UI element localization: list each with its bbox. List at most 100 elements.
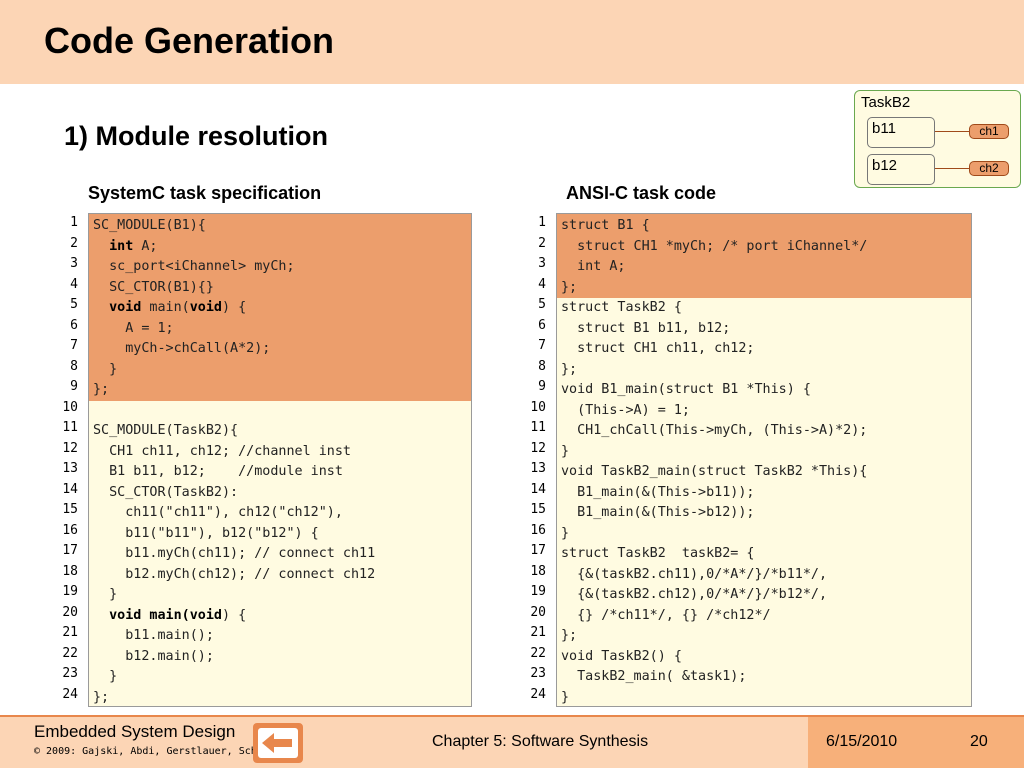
code-text: void B1_main(struct B1 *This) { [561, 382, 811, 397]
code-line: CH1_chCall(This->myCh, (This->A)*2); [557, 421, 971, 442]
line-number: 1 [70, 215, 78, 230]
line-number: 19 [62, 584, 78, 599]
line-number: 13 [530, 461, 546, 476]
code-line: void main(void) { [89, 606, 471, 627]
line-number: 15 [530, 502, 546, 517]
code-line: struct B1 b11, b12; [557, 319, 971, 340]
line-number: 20 [62, 604, 78, 620]
code-line: CH1 ch11, ch12; //channel inst [89, 442, 471, 463]
line-number: 16 [530, 522, 546, 538]
code-text: A = 1; [93, 320, 174, 336]
line-number: 14 [62, 481, 78, 497]
line-number: 3 [70, 256, 78, 271]
wire-b11-ch1 [935, 131, 969, 132]
code-line: }; [557, 360, 971, 381]
code-line: } [557, 442, 971, 463]
diagram-title: TaskB2 [861, 94, 911, 111]
code-text: } [561, 689, 570, 705]
code-line: myCh->chCall(A*2); [89, 339, 471, 360]
line-number: 23 [62, 666, 78, 681]
code-keyword: void main(void [109, 607, 222, 623]
code-text: void TaskB2() { [561, 648, 682, 664]
ansi-c-code-block: struct B1 { struct CH1 *myCh; /* port iC… [556, 213, 972, 707]
code-text: struct CH1 ch11, ch12; [561, 341, 755, 356]
line-number: 1 [538, 215, 546, 230]
line-number: 4 [538, 276, 546, 292]
code-text: } [93, 361, 118, 377]
line-number: 11 [62, 420, 78, 435]
code-text: }; [93, 382, 110, 397]
line-number: 11 [530, 420, 546, 435]
code-text: } [561, 525, 570, 541]
line-number: 8 [538, 358, 546, 374]
code-line: void main(void) { [89, 298, 471, 319]
code-text: struct TaskB2 taskB2= { [561, 546, 755, 561]
code-line: } [557, 524, 971, 545]
right-line-numbers: 1 2 3 4 5 6 7 8 9 10 11 12 13 14 15 16 17 18 19 20 21 22 23 24 [516, 213, 546, 705]
code-text: struct TaskB2 { [561, 300, 682, 315]
code-text: } [561, 443, 570, 459]
left-line-numbers: 1 2 3 4 5 6 7 8 9 10 11 12 13 14 15 16 17 18 19 20 21 22 23 24 [48, 213, 78, 705]
line-number: 21 [530, 625, 546, 640]
code-text: A; [133, 238, 158, 254]
line-number: 15 [62, 502, 78, 517]
code-line: void TaskB2_main(struct TaskB2 *This){ [557, 462, 971, 483]
line-number: 13 [62, 461, 78, 476]
code-text: B1_main(&(This->b11)); [561, 484, 755, 500]
chapter-label: Chapter 5: Software Synthesis [432, 733, 649, 750]
code-text: B1 b11, b12; //module inst [93, 464, 343, 479]
code-line: struct CH1 ch11, ch12; [557, 339, 971, 360]
channel-ch1: ch1 [969, 124, 1009, 139]
code-text: SC_MODULE(TaskB2){ [93, 423, 239, 438]
line-number: 17 [530, 543, 546, 558]
systemc-code-block: SC_MODULE(B1){ int A; sc_port<iChannel> … [88, 213, 472, 707]
code-text: myCh->chCall(A*2); [93, 341, 271, 356]
code-line: struct TaskB2 { [557, 298, 971, 319]
line-number: 14 [530, 481, 546, 497]
arrow-left-logo-icon [252, 722, 304, 764]
code-text: ) { [222, 607, 247, 623]
code-text: }; [93, 689, 110, 705]
code-text: main( [141, 300, 190, 315]
line-number: 2 [70, 235, 78, 251]
code-text: (This->A) = 1; [561, 402, 690, 418]
slide-title: Code Generation [44, 20, 335, 61]
code-text: TaskB2_main( &task1); [561, 669, 747, 684]
code-text: SC_CTOR(B1){} [93, 279, 214, 295]
line-number: 20 [530, 604, 546, 620]
code-line: } [557, 688, 971, 707]
line-number: 10 [530, 399, 546, 415]
line-number: 18 [530, 563, 546, 579]
code-line: {} /*ch11*/, {} /*ch12*/ [557, 606, 971, 627]
code-line: b12.myCh(ch12); // connect ch12 [89, 565, 471, 586]
code-line: b11.main(); [89, 626, 471, 647]
code-keyword: int [109, 238, 134, 254]
code-line: b12.main(); [89, 647, 471, 668]
code-line: void B1_main(struct B1 *This) { [557, 380, 971, 401]
code-text: b12.myCh(ch12); // connect ch12 [93, 566, 376, 582]
code-text: b12.main(); [93, 648, 214, 664]
channel-ch2: ch2 [969, 161, 1009, 176]
line-number: 18 [62, 563, 78, 579]
code-line: B1 b11, b12; //module inst [89, 462, 471, 483]
code-line: sc_port<iChannel> myCh; [89, 257, 471, 278]
code-line: }; [557, 278, 971, 299]
line-number: 24 [530, 686, 546, 702]
code-line: B1_main(&(This->b12)); [557, 503, 971, 524]
code-text: struct B1 { [561, 218, 650, 233]
line-number: 22 [530, 645, 546, 661]
code-line: void TaskB2() { [557, 647, 971, 668]
line-number: 7 [70, 338, 78, 353]
code-line: b11.myCh(ch11); // connect ch11 [89, 544, 471, 565]
line-number: 17 [62, 543, 78, 558]
code-text: int A; [561, 259, 626, 274]
line-number: 8 [70, 358, 78, 374]
code-text: b11.myCh(ch11); // connect ch11 [93, 546, 376, 561]
wire-b12-ch2 [935, 168, 969, 169]
code-line: {&(taskB2.ch11),0/*A*/}/*b11*/, [557, 565, 971, 586]
line-number: 9 [70, 379, 78, 394]
code-text: ch11("ch11"), ch12("ch12"), [93, 505, 343, 520]
